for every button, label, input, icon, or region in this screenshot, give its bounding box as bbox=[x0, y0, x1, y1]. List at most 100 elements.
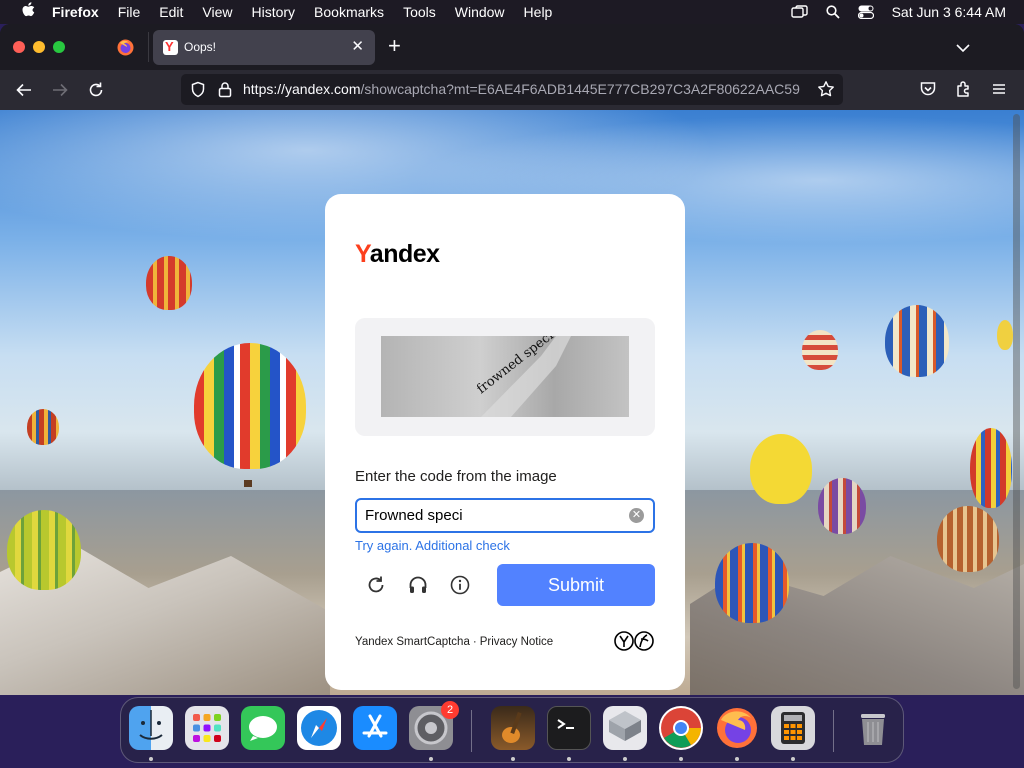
dock-messages-icon[interactable] bbox=[241, 706, 285, 750]
captcha-prompt: Enter the code from the image bbox=[355, 468, 557, 485]
yandex-logo-rest: andex bbox=[369, 240, 440, 268]
apple-icon[interactable] bbox=[20, 2, 36, 22]
captcha-error-message: Try again. Additional check bbox=[355, 538, 510, 553]
menu-view[interactable]: View bbox=[202, 4, 232, 20]
firefox-view-icon[interactable] bbox=[117, 39, 134, 56]
clear-input-icon[interactable]: ✕ bbox=[629, 508, 644, 523]
menu-tools[interactable]: Tools bbox=[403, 4, 436, 20]
privacy-notice-link[interactable]: Privacy Notice bbox=[480, 636, 554, 648]
menu-help[interactable]: Help bbox=[524, 4, 553, 20]
reload-icon[interactable] bbox=[86, 80, 106, 100]
background-balloon bbox=[970, 428, 1012, 508]
background-balloon bbox=[937, 506, 999, 572]
menu-bookmarks[interactable]: Bookmarks bbox=[314, 4, 384, 20]
dock-calculator-icon[interactable] bbox=[771, 706, 815, 750]
background-balloon bbox=[194, 343, 306, 469]
smartcaptcha-logo-icon bbox=[613, 630, 655, 657]
captcha-image: frowned specialist bbox=[381, 336, 629, 417]
dock-running-indicator bbox=[567, 757, 571, 761]
refresh-captcha-icon[interactable] bbox=[365, 574, 387, 596]
dock: 2 bbox=[120, 697, 904, 763]
dock-app-store-icon[interactable] bbox=[353, 706, 397, 750]
captcha-image-box: frowned specialist bbox=[355, 318, 655, 436]
yandex-favicon-icon: Y bbox=[163, 39, 178, 55]
background-balloon bbox=[802, 330, 838, 370]
menu-app-name[interactable]: Firefox bbox=[52, 4, 99, 20]
footer-separator: · bbox=[472, 636, 477, 648]
lock-icon[interactable] bbox=[218, 81, 232, 103]
dock-running-indicator bbox=[791, 757, 795, 761]
navigation-toolbar: https://yandex.com/showcaptcha?mt=E6AE4F… bbox=[0, 70, 1024, 110]
audio-captcha-icon[interactable] bbox=[407, 574, 429, 596]
close-tab-icon[interactable]: ✕ bbox=[351, 39, 364, 55]
close-window-button[interactable] bbox=[13, 41, 25, 53]
screen-mirroring-icon[interactable] bbox=[790, 5, 808, 19]
hamburger-menu-icon[interactable] bbox=[990, 80, 1010, 100]
captcha-card: Yandex frowned specialist Enter the code… bbox=[325, 194, 685, 690]
background-balloon bbox=[750, 434, 812, 504]
minimize-window-button[interactable] bbox=[33, 41, 45, 53]
yandex-logo[interactable]: Yandex bbox=[355, 240, 440, 269]
dock-firefox-icon[interactable] bbox=[715, 706, 759, 750]
background-balloon bbox=[997, 320, 1013, 350]
background-balloon bbox=[885, 305, 949, 377]
dock-separator bbox=[471, 710, 472, 752]
dock-running-indicator bbox=[149, 757, 153, 761]
dock-running-indicator bbox=[429, 757, 433, 761]
menu-clock[interactable]: Sat Jun 3 6:44 AM bbox=[892, 4, 1006, 20]
dock-running-indicator bbox=[735, 757, 739, 761]
background-balloon bbox=[27, 409, 59, 445]
url-path: /showcaptcha?mt=E6AE4F6ADB1445E777CB297C… bbox=[360, 81, 800, 97]
tab-list-chevron-icon[interactable] bbox=[956, 40, 970, 58]
smartcaptcha-link[interactable]: Yandex SmartCaptcha bbox=[355, 636, 470, 648]
background-balloon bbox=[146, 256, 192, 310]
dock-safari-icon[interactable] bbox=[297, 706, 341, 750]
back-icon[interactable] bbox=[14, 80, 34, 100]
bookmark-star-icon[interactable] bbox=[817, 80, 835, 103]
background-balloon bbox=[715, 543, 789, 623]
menu-window[interactable]: Window bbox=[455, 4, 505, 20]
shield-icon[interactable] bbox=[190, 81, 206, 103]
tab-title: Oops! bbox=[184, 40, 217, 54]
submit-button[interactable]: Submit bbox=[497, 564, 655, 606]
dock-launchpad-icon[interactable] bbox=[185, 706, 229, 750]
extensions-icon[interactable] bbox=[955, 80, 975, 100]
spotlight-search-icon[interactable] bbox=[825, 5, 840, 19]
dock-boot-camp-icon[interactable] bbox=[603, 706, 647, 750]
menu-bar: Firefox File Edit View History Bookmarks… bbox=[0, 0, 1024, 24]
settings-notification-badge: 2 bbox=[441, 701, 459, 719]
menu-file[interactable]: File bbox=[118, 4, 141, 20]
menu-history[interactable]: History bbox=[251, 4, 295, 20]
url-bar[interactable]: https://yandex.com/showcaptcha?mt=E6AE4F… bbox=[181, 74, 843, 105]
forward-icon[interactable] bbox=[50, 80, 70, 100]
dock-running-indicator bbox=[679, 757, 683, 761]
background-balloon bbox=[7, 510, 81, 590]
menu-edit[interactable]: Edit bbox=[159, 4, 183, 20]
dock-running-indicator bbox=[623, 757, 627, 761]
url-domain: https://yandex.com bbox=[243, 81, 361, 97]
dock-trash-icon[interactable] bbox=[851, 706, 895, 750]
background-balloon bbox=[818, 478, 866, 534]
dock-separator bbox=[833, 710, 834, 752]
dock-terminal-icon[interactable] bbox=[547, 706, 591, 750]
dock-running-indicator bbox=[511, 757, 515, 761]
dock-finder-icon[interactable] bbox=[129, 706, 173, 750]
tab-active[interactable]: Y Oops! ✕ bbox=[153, 30, 375, 65]
tab-separator bbox=[148, 32, 149, 62]
dock-garageband-icon[interactable] bbox=[491, 706, 535, 750]
dock-chrome-icon[interactable] bbox=[659, 706, 703, 750]
fullscreen-window-button[interactable] bbox=[53, 41, 65, 53]
background-balloon-basket bbox=[244, 480, 252, 487]
page-viewport: Yandex frowned specialist Enter the code… bbox=[0, 110, 1024, 695]
page-scrollbar[interactable] bbox=[1013, 114, 1020, 689]
captcha-footer: Yandex SmartCaptcha · Privacy Notice bbox=[355, 636, 553, 648]
url-text[interactable]: https://yandex.com/showcaptcha?mt=E6AE4F… bbox=[243, 81, 809, 97]
control-center-icon[interactable] bbox=[857, 5, 874, 19]
yandex-logo-y: Y bbox=[355, 240, 370, 268]
pocket-icon[interactable] bbox=[919, 80, 939, 100]
info-icon[interactable] bbox=[449, 574, 471, 596]
new-tab-button[interactable]: + bbox=[388, 35, 401, 57]
dock-system-settings-icon[interactable]: 2 bbox=[409, 701, 459, 750]
tab-bar: Y Oops! ✕ + bbox=[0, 24, 1024, 70]
captcha-code-input[interactable] bbox=[355, 498, 655, 533]
